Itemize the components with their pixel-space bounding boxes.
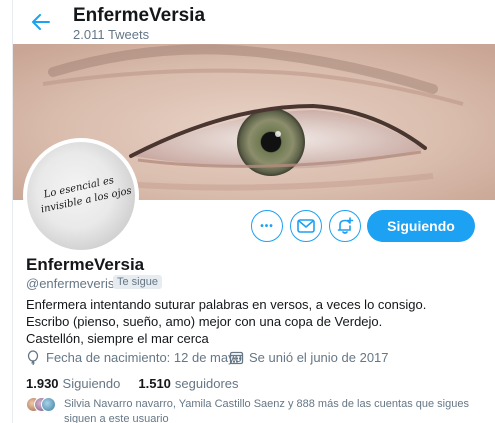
profile-name: EnfermeVersia xyxy=(26,255,145,274)
avatar[interactable]: Lo esencial es invisible a los ojos xyxy=(23,138,139,254)
header-title: EnfermeVersia xyxy=(73,5,206,26)
follow-stats: 1.930 Siguiendo 1.510 seguidores xyxy=(26,376,257,391)
following-label: Siguiendo xyxy=(62,376,121,391)
follower-avatars xyxy=(26,397,56,415)
joined-text: Se unió el junio de 2017 xyxy=(249,350,389,365)
back-arrow-icon[interactable] xyxy=(29,10,53,34)
followers-label: seguidores xyxy=(174,376,239,391)
joined-info: Se unió el junio de 2017 xyxy=(229,350,389,365)
followers-count: 1.510 xyxy=(138,376,171,391)
avatar-image: Lo esencial es invisible a los ojos xyxy=(27,142,135,250)
bio-line: Enfermera intentando suturar palabras en… xyxy=(26,297,427,312)
following-button[interactable]: Siguiendo xyxy=(367,210,475,242)
birthday-info: Fecha de nacimiento: 12 de mayo xyxy=(26,350,242,365)
envelope-icon xyxy=(297,219,315,233)
more-options-button[interactable]: ••• xyxy=(251,210,283,242)
followers-stat[interactable]: 1.510 seguidores xyxy=(138,376,238,391)
more-dots-icon: ••• xyxy=(260,220,274,232)
message-button[interactable] xyxy=(290,210,322,242)
follows-you-badge: Te sigue xyxy=(113,275,162,289)
known-followers-text: Silvia Navarro navarro, Yamila Castillo … xyxy=(64,398,469,423)
profile-handle: @enfermeverisa xyxy=(26,276,122,291)
balloon-icon xyxy=(26,350,41,365)
known-followers[interactable]: Silvia Navarro navarro, Yamila Castillo … xyxy=(26,397,486,423)
following-count: 1.930 xyxy=(26,376,59,391)
bell-plus-icon xyxy=(337,217,354,234)
avatar xyxy=(41,397,56,412)
following-stat[interactable]: 1.930 Siguiendo xyxy=(26,376,120,391)
bio-line: Escribo (pienso, sueño, amo) mejor con u… xyxy=(26,314,383,329)
notifications-button[interactable] xyxy=(329,210,361,242)
bio-line: Castellón, siempre el mar cerca xyxy=(26,331,209,346)
tweet-count: 2.011 Tweets xyxy=(73,27,150,42)
profile-header-bar: EnfermeVersia 2.011 Tweets xyxy=(12,0,495,44)
calendar-icon xyxy=(229,350,244,365)
birthday-text: Fecha de nacimiento: 12 de mayo xyxy=(46,350,242,365)
